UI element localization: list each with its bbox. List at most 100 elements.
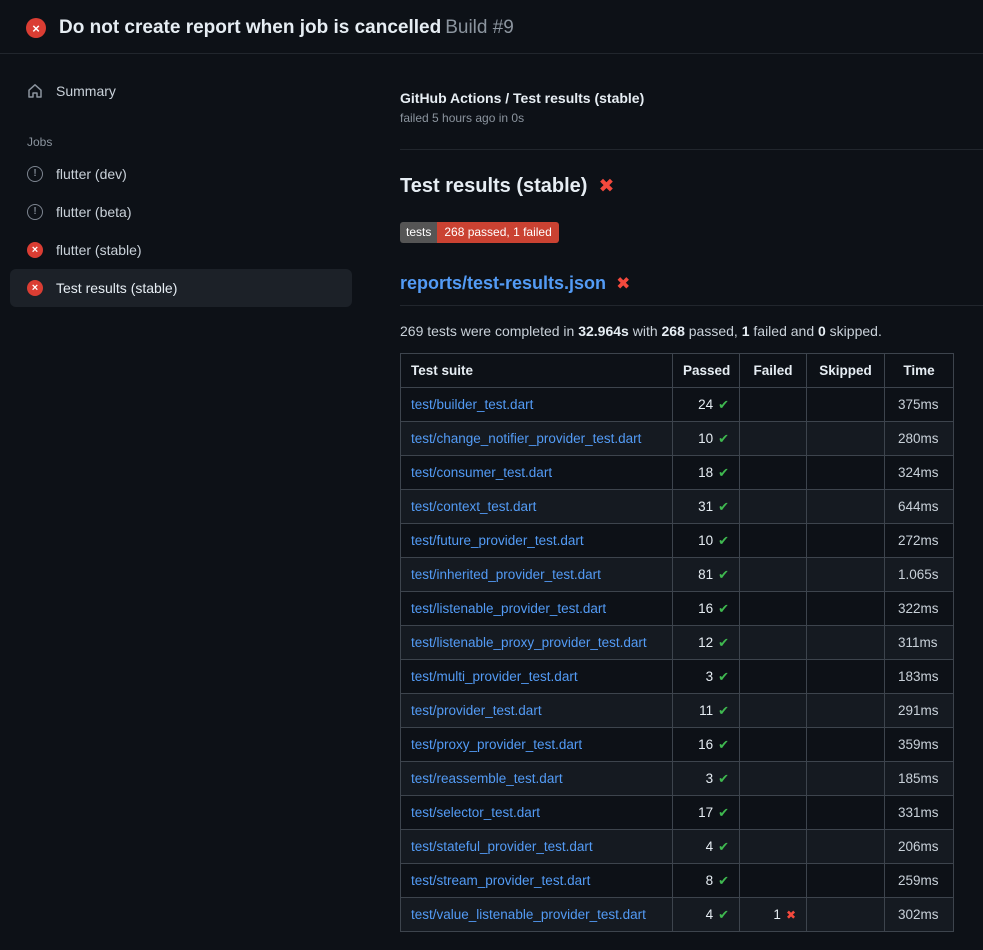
check-icon: ✔ bbox=[718, 737, 729, 752]
table-row: test/stateful_provider_test.dart 4✔ ✖ 20… bbox=[401, 830, 954, 864]
table-row: test/listenable_provider_test.dart 16✔ ✖… bbox=[401, 592, 954, 626]
table-row: test/builder_test.dart 24✔ ✖ 375ms bbox=[401, 388, 954, 422]
neutral-status-icon: ! bbox=[27, 166, 43, 182]
time-value: 1.065s bbox=[885, 558, 954, 592]
col-time: Time bbox=[885, 354, 954, 388]
time-value: 185ms bbox=[885, 762, 954, 796]
col-test-suite: Test suite bbox=[401, 354, 673, 388]
sidebar: Summary Jobs ! flutter (dev) ! flutter (… bbox=[0, 54, 365, 307]
passed-count: 4 bbox=[706, 839, 714, 854]
check-icon: ✔ bbox=[718, 397, 729, 412]
passed-count: 11 bbox=[699, 703, 713, 718]
col-failed: Failed bbox=[740, 354, 807, 388]
check-icon: ✔ bbox=[718, 805, 729, 820]
failed-count: 1 bbox=[773, 907, 781, 922]
time-value: 291ms bbox=[885, 694, 954, 728]
table-row: test/proxy_provider_test.dart 16✔ ✖ 359m… bbox=[401, 728, 954, 762]
time-value: 206ms bbox=[885, 830, 954, 864]
time-value: 322ms bbox=[885, 592, 954, 626]
job-label: Test results (stable) bbox=[56, 280, 177, 296]
cross-icon: ✖ bbox=[616, 275, 630, 292]
check-icon: ✔ bbox=[718, 771, 729, 786]
time-value: 331ms bbox=[885, 796, 954, 830]
x-circle-icon: × bbox=[27, 280, 43, 296]
check-icon: ✔ bbox=[718, 431, 729, 446]
sidebar-item-flutter-stable[interactable]: × flutter (stable) bbox=[10, 231, 352, 269]
cross-icon: ✖ bbox=[786, 908, 796, 922]
passed-count: 31 bbox=[698, 499, 713, 514]
time-value: 375ms bbox=[885, 388, 954, 422]
failed-status-icon: × bbox=[26, 18, 46, 38]
table-row: test/change_notifier_provider_test.dart … bbox=[401, 422, 954, 456]
test-suite-link[interactable]: test/future_provider_test.dart bbox=[411, 533, 584, 548]
test-suite-link[interactable]: test/change_notifier_provider_test.dart bbox=[411, 431, 641, 446]
build-title: Do not create report when job is cancell… bbox=[59, 17, 514, 39]
check-icon: ✔ bbox=[718, 873, 729, 888]
sidebar-item-flutter-beta[interactable]: ! flutter (beta) bbox=[10, 193, 352, 231]
badge-value: 268 passed, 1 failed bbox=[437, 222, 558, 243]
home-icon bbox=[27, 83, 43, 99]
build-header: × Do not create report when job is cance… bbox=[0, 0, 983, 54]
test-suite-link[interactable]: test/reassemble_test.dart bbox=[411, 771, 563, 786]
time-value: 311ms bbox=[885, 626, 954, 660]
breadcrumb: GitHub Actions / Test results (stable) bbox=[400, 90, 983, 106]
table-row: test/value_listenable_provider_test.dart… bbox=[401, 898, 954, 932]
tests-badge: tests 268 passed, 1 failed bbox=[400, 222, 559, 243]
test-suite-link[interactable]: test/context_test.dart bbox=[411, 499, 536, 514]
build-number: Build #9 bbox=[445, 17, 514, 38]
time-value: 259ms bbox=[885, 864, 954, 898]
test-suite-link[interactable]: test/stream_provider_test.dart bbox=[411, 873, 590, 888]
time-value: 359ms bbox=[885, 728, 954, 762]
main-content: GitHub Actions / Test results (stable) f… bbox=[365, 54, 983, 932]
check-icon: ✔ bbox=[718, 635, 729, 650]
test-suite-link[interactable]: test/proxy_provider_test.dart bbox=[411, 737, 582, 752]
table-row: test/future_provider_test.dart 10✔ ✖ 272… bbox=[401, 524, 954, 558]
test-suite-link[interactable]: test/listenable_proxy_provider_test.dart bbox=[411, 635, 647, 650]
section-title-row: Test results (stable) ✖ bbox=[400, 175, 983, 198]
sidebar-item-test-results-stable[interactable]: × Test results (stable) bbox=[10, 269, 352, 307]
report-link[interactable]: reports/test-results.json bbox=[400, 273, 606, 294]
jobs-section-label: Jobs bbox=[27, 135, 352, 149]
tests-summary-line: 269 tests were completed in 32.964s with… bbox=[400, 323, 983, 339]
test-suite-link[interactable]: test/builder_test.dart bbox=[411, 397, 533, 412]
passed-count: 4 bbox=[706, 907, 714, 922]
time-value: 324ms bbox=[885, 456, 954, 490]
neutral-status-icon: ! bbox=[27, 204, 43, 220]
summary-passed: 268 bbox=[662, 323, 685, 339]
sidebar-item-summary[interactable]: Summary bbox=[10, 72, 352, 110]
passed-count: 18 bbox=[698, 465, 713, 480]
job-label: flutter (dev) bbox=[56, 166, 127, 182]
check-icon: ✔ bbox=[718, 601, 729, 616]
passed-count: 16 bbox=[698, 737, 713, 752]
divider bbox=[400, 149, 983, 150]
test-suite-link[interactable]: test/listenable_provider_test.dart bbox=[411, 601, 606, 616]
summary-failed: 1 bbox=[742, 323, 750, 339]
test-suite-link[interactable]: test/multi_provider_test.dart bbox=[411, 669, 578, 684]
test-suite-link[interactable]: test/stateful_provider_test.dart bbox=[411, 839, 593, 854]
time-value: 280ms bbox=[885, 422, 954, 456]
summary-text: passed, bbox=[685, 323, 742, 339]
table-row: test/inherited_provider_test.dart 81✔ ✖ … bbox=[401, 558, 954, 592]
time-value: 644ms bbox=[885, 490, 954, 524]
col-passed: Passed bbox=[673, 354, 740, 388]
passed-count: 12 bbox=[698, 635, 713, 650]
check-icon: ✔ bbox=[718, 703, 729, 718]
passed-count: 17 bbox=[698, 805, 713, 820]
time-value: 302ms bbox=[885, 898, 954, 932]
content-area: Summary Jobs ! flutter (dev) ! flutter (… bbox=[0, 54, 983, 932]
test-suite-link[interactable]: test/provider_test.dart bbox=[411, 703, 542, 718]
cross-icon: ✖ bbox=[598, 177, 614, 196]
job-label: flutter (beta) bbox=[56, 204, 131, 220]
check-icon: ✔ bbox=[718, 567, 729, 582]
build-title-text: Do not create report when job is cancell… bbox=[59, 17, 441, 38]
time-value: 272ms bbox=[885, 524, 954, 558]
results-table-body: test/builder_test.dart 24✔ ✖ 375ms test/… bbox=[401, 388, 954, 932]
test-suite-link[interactable]: test/consumer_test.dart bbox=[411, 465, 552, 480]
test-suite-link[interactable]: test/inherited_provider_test.dart bbox=[411, 567, 601, 582]
check-icon: ✔ bbox=[718, 839, 729, 854]
time-value: 183ms bbox=[885, 660, 954, 694]
passed-count: 16 bbox=[698, 601, 713, 616]
test-suite-link[interactable]: test/selector_test.dart bbox=[411, 805, 540, 820]
test-suite-link[interactable]: test/value_listenable_provider_test.dart bbox=[411, 907, 646, 922]
sidebar-item-flutter-dev[interactable]: ! flutter (dev) bbox=[10, 155, 352, 193]
